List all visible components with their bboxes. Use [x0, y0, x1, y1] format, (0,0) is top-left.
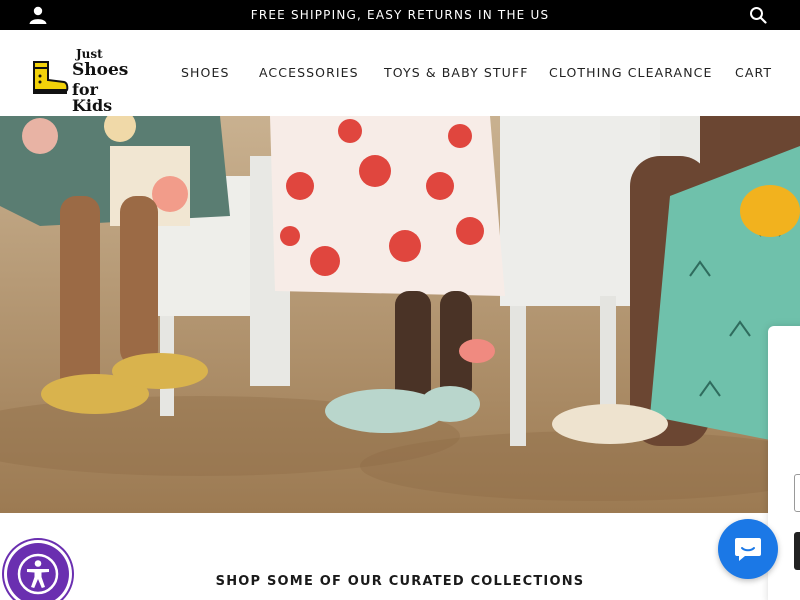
site-logo[interactable]: Just Shoes for Kids [30, 46, 134, 114]
announcement-text: FREE SHIPPING, EASY RETURNS IN THE US [250, 8, 550, 22]
logo-text-line2: Shoes [72, 60, 129, 80]
hero-banner[interactable] [0, 116, 800, 513]
logo-text-line3: for Kids [72, 80, 113, 115]
popup-submit-button[interactable] [794, 532, 800, 570]
nav-toys-baby-stuff[interactable]: TOYS & BABY STUFF [384, 65, 528, 80]
accessibility-icon [17, 553, 59, 595]
nav-clothing-clearance[interactable]: CLOTHING CLEARANCE [549, 65, 712, 80]
yellow-boot-icon [33, 61, 69, 94]
nav-shoes[interactable]: SHOES [181, 65, 230, 80]
chat-icon [735, 538, 761, 561]
announcement-bar: FREE SHIPPING, EASY RETURNS IN THE US [0, 0, 800, 30]
logo-text-line1: Just [76, 47, 103, 61]
hero-photo [0, 116, 800, 513]
nav-cart[interactable]: CART [735, 65, 772, 80]
chat-button[interactable] [718, 519, 778, 579]
search-icon[interactable] [749, 6, 767, 24]
nav-accessories[interactable]: ACCESSORIES [259, 65, 359, 80]
collections-heading: SHOP SOME OF OUR CURATED COLLECTIONS [215, 574, 585, 589]
site-header: Just Shoes for Kids SHOES ACCESSORIES TO… [0, 30, 800, 116]
popup-input-field[interactable] [794, 474, 800, 512]
accessibility-button[interactable] [7, 543, 69, 600]
